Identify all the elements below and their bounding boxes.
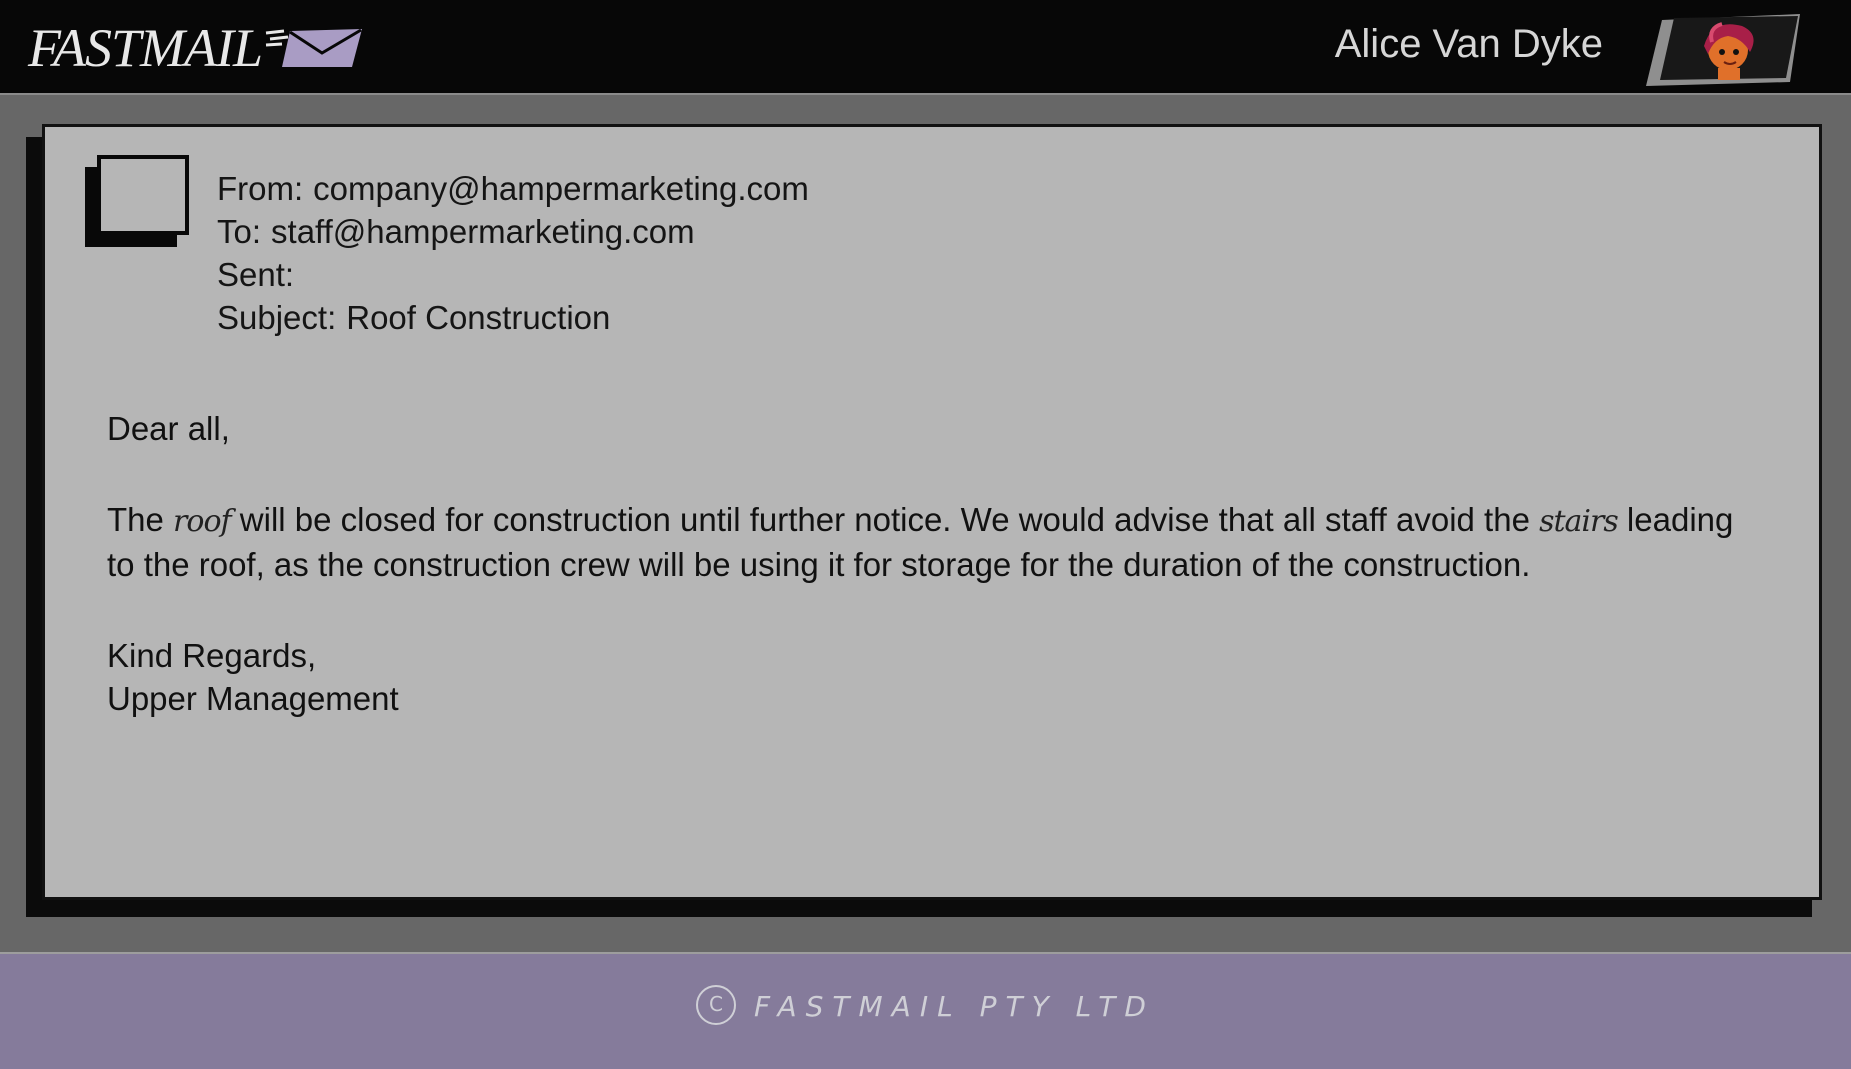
user-avatar[interactable] [1642,12,1802,88]
body-text-part2: will be closed for construction until fu… [230,501,1540,538]
envelope-icon [265,28,363,67]
user-name[interactable]: Alice Van Dyke [1335,22,1603,66]
to-label: To: [217,213,262,250]
handwritten-word-stairs[interactable]: stairs [1539,504,1619,539]
copyright-notice: C FASTMAIL PTY LTD [0,985,1851,1028]
email-signature: Upper Management [107,680,399,717]
subject-row: Subject: Roof Construction [217,296,809,339]
to-row: To: staff@hampermarketing.com [217,210,809,253]
email-greeting: Dear all, [107,410,230,447]
handwritten-word-roof[interactable]: roof [173,504,232,539]
copyright-icon: C [696,985,737,1025]
email-paragraph: The roof will be closed for construction… [107,498,1767,586]
to-value[interactable]: staff@hampermarketing.com [271,213,695,250]
from-label: From: [217,170,304,207]
email-card: From: company@hampermarketing.com To: staf… [42,124,1822,900]
sent-label: Sent: [217,256,295,293]
logo-text: FASTMAIL [28,18,263,78]
email-body: Dear all, The roof will be closed for co… [107,407,1767,720]
from-row: From: company@hampermarketing.com [217,167,809,210]
sender-avatar-placeholder [85,155,189,247]
subject-label: Subject: [217,299,337,336]
body-text-part1: The [107,501,174,538]
fastmail-logo[interactable]: FASTMAIL [28,18,364,78]
sent-row: Sent: [217,253,809,296]
from-value[interactable]: company@hampermarketing.com [313,170,809,207]
top-bar: FASTMAIL Alice Van Dyke [0,0,1851,95]
email-signoff: Kind Regards, [107,637,317,674]
copyright-text: FASTMAIL PTY LTD [754,990,1155,1023]
footer: C FASTMAIL PTY LTD [0,952,1851,1069]
subject-value: Roof Construction [346,299,611,336]
email-headers: From: company@hampermarketing.com To: staf… [217,167,809,339]
